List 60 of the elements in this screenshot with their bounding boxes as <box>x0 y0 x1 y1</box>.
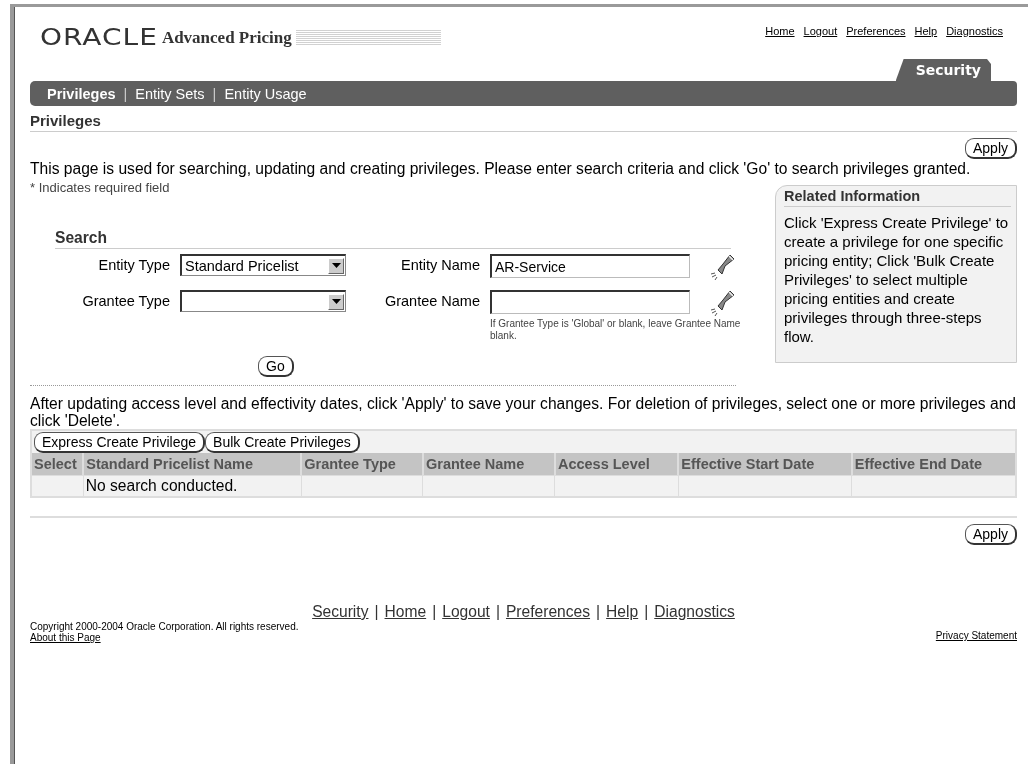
flashlight-icon[interactable] <box>709 290 735 318</box>
apply-button[interactable]: Apply <box>964 524 1017 545</box>
footer-link[interactable]: Security <box>312 603 369 620</box>
field-hint: If Grantee Type is 'Global' or blank, leave Grantee Name blank. <box>490 318 742 342</box>
panel-text: Click 'Express Create Privilege' to create a privilege for one specific pricing entity; Click 'Bulk Create Privileges' to select multiple pricing entities and create privileges through three-steps flow. <box>784 213 1010 346</box>
footer-link[interactable]: Home <box>384 603 427 620</box>
subtab[interactable]: Entity Sets <box>135 85 205 102</box>
global-link[interactable]: Diagnostics <box>946 25 1003 37</box>
column-header: Select <box>31 453 84 476</box>
footer-link[interactable]: Help <box>606 603 639 620</box>
caret-icon <box>331 263 341 268</box>
global-link[interactable]: Logout <box>803 25 838 37</box>
dropdown[interactable]: Standard Pricelist <box>180 254 346 276</box>
field-label: Entity Type <box>97 256 171 273</box>
go-button[interactable]: Go <box>258 356 294 377</box>
column-header: Grantee Type <box>301 453 423 476</box>
column-header: Effective End Date <box>851 453 1016 476</box>
subtab[interactable]: Entity Usage <box>224 85 307 102</box>
footer-link[interactable]: Diagnostics <box>654 603 735 620</box>
input-field[interactable]: AR-Service <box>490 254 690 278</box>
instructions-text: This page is used for searching, updating and creating privileges. Please enter search criteria and click 'Go' to search privileges granted. <box>30 160 972 178</box>
field-label: Grantee Name <box>383 292 481 309</box>
column-header: Effective Start Date <box>678 453 852 476</box>
field-label: Grantee Type <box>81 292 171 309</box>
caret-icon <box>331 299 341 304</box>
section-title: Search <box>55 229 731 249</box>
instructions-text: After updating access level and effectivity dates, click 'Apply' to save your changes. For deletion of privileges, select one or more privileges and click 'Delete'. <box>30 395 1017 429</box>
footer-link[interactable]: Logout <box>442 603 490 620</box>
dropdown[interactable] <box>180 290 346 312</box>
flashlight-icon[interactable] <box>709 254 735 282</box>
create-button[interactable]: Express Create Privilege <box>34 432 206 453</box>
column-header: Grantee Name <box>423 453 555 476</box>
apply-button[interactable]: Apply <box>964 138 1017 159</box>
global-link[interactable]: Help <box>914 25 938 37</box>
global-link[interactable]: Home <box>765 25 795 37</box>
create-button[interactable]: Bulk Create Privileges <box>205 432 360 453</box>
privacy-link[interactable]: Privacy Statement <box>935 630 1017 641</box>
page-title: Privileges <box>30 112 1017 132</box>
copyright-text: Copyright 2000-2004 Oracle Corporation. All rights reserved. <box>30 621 299 632</box>
table-cell: No search conducted. <box>85 477 238 494</box>
oracle-logo: ORACLE <box>40 24 158 51</box>
tab[interactable]: Security <box>895 59 991 81</box>
link-separator: | <box>495 603 500 620</box>
subtab-separator: | <box>123 85 128 102</box>
link-separator: | <box>596 603 601 620</box>
column-header: Access Level <box>554 453 679 476</box>
required-note: * Indicates required field <box>30 180 171 195</box>
field-label: Entity Name <box>400 256 481 273</box>
column-header: Standard Pricelist Name <box>83 453 302 476</box>
product-name: Advanced Pricing <box>161 27 292 48</box>
link-separator: | <box>432 603 437 620</box>
subtab-separator: | <box>212 85 217 102</box>
footer-link[interactable]: Preferences <box>505 603 591 620</box>
link-separator: | <box>644 603 649 620</box>
panel-title: Related Information <box>784 188 1011 207</box>
link-separator: | <box>374 603 379 620</box>
input-field[interactable] <box>490 290 690 314</box>
about-link[interactable]: About this Page <box>30 632 101 643</box>
subtab[interactable]: Privileges <box>47 85 116 102</box>
global-link[interactable]: Preferences <box>846 25 906 37</box>
